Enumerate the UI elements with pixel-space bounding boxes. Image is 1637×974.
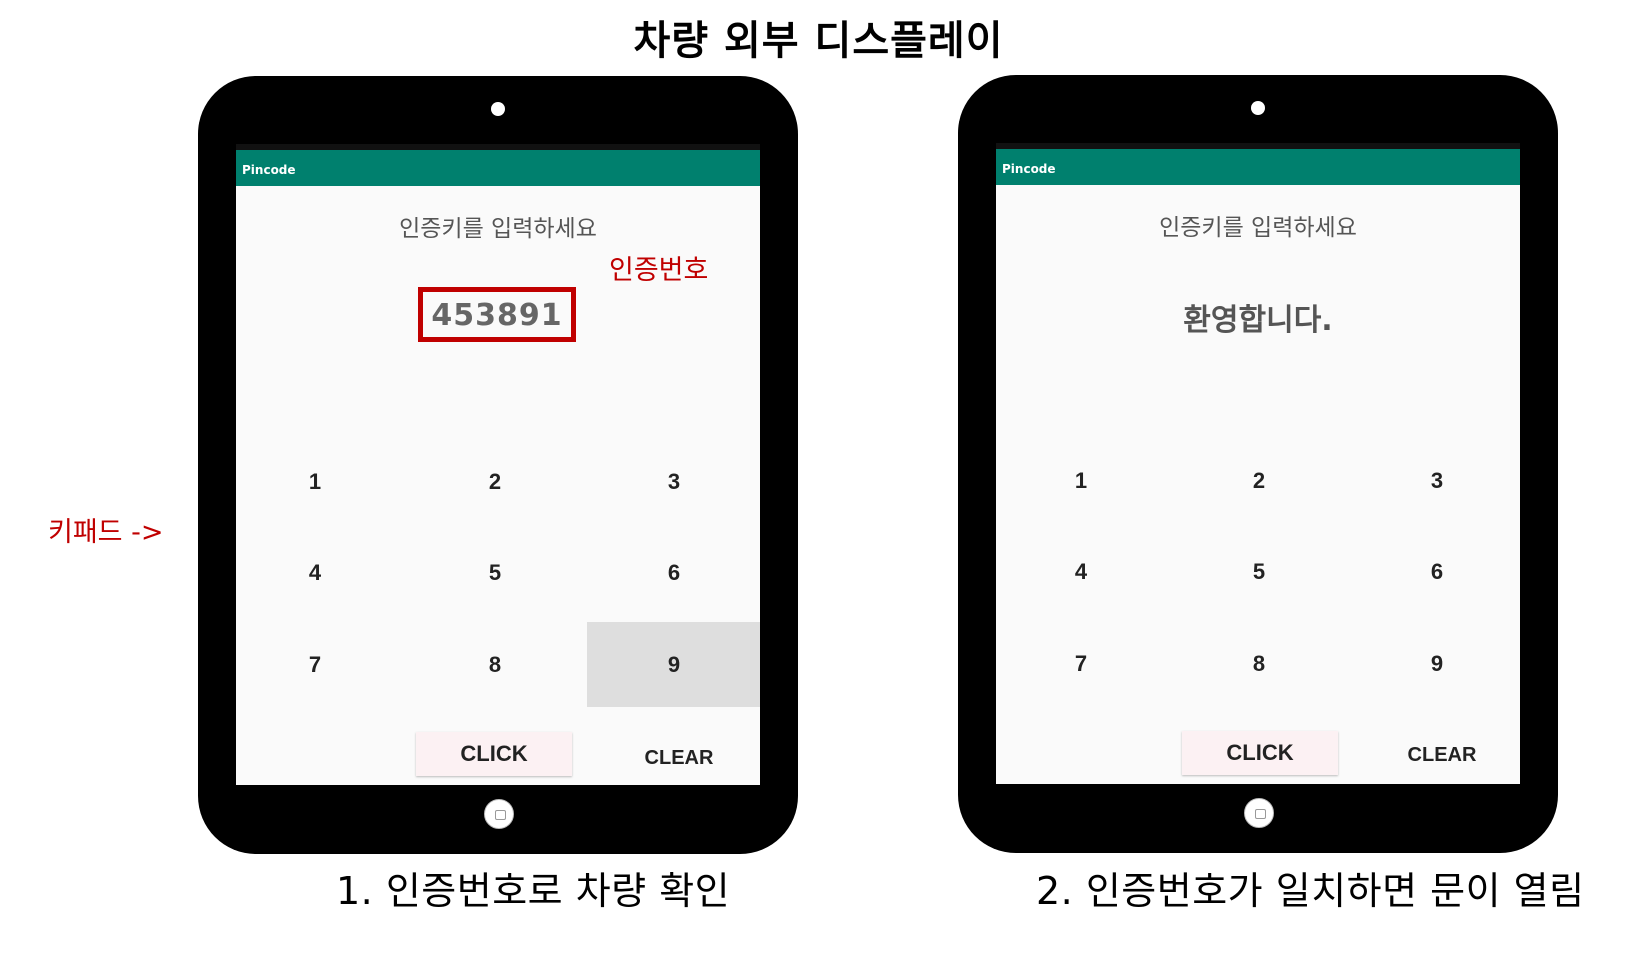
click-button[interactable]: CLICK	[416, 732, 572, 776]
clear-button[interactable]: CLEAR	[592, 712, 760, 785]
clear-button[interactable]: CLEAR	[1355, 709, 1520, 784]
key-9[interactable]: 9	[1350, 618, 1520, 710]
home-button-icon[interactable]	[1244, 798, 1274, 828]
key-7[interactable]: 7	[236, 619, 402, 711]
page-title: 차량 외부 디스플레이	[633, 18, 1004, 64]
tablet-1-screen: Pincode 인증키를 입력하세요 453891 1 2 3 4 5 6 7 …	[236, 144, 760, 785]
key-7[interactable]: 7	[996, 618, 1168, 710]
key-6[interactable]: 6	[1350, 526, 1520, 618]
tablet-2-screen: Pincode 인증키를 입력하세요 환영합니다. 1 2 3 4 5 6 7 …	[996, 143, 1520, 784]
app-bar: Pincode	[236, 150, 760, 186]
camera-icon	[1251, 101, 1265, 115]
key-2[interactable]: 2	[408, 436, 582, 528]
key-8[interactable]: 8	[1172, 618, 1346, 710]
pin-prompt: 인증키를 입력하세요	[1159, 215, 1357, 241]
key-1[interactable]: 1	[996, 435, 1168, 527]
tablet-2: Pincode 인증키를 입력하세요 환영합니다. 1 2 3 4 5 6 7 …	[958, 75, 1558, 853]
key-4[interactable]: 4	[996, 526, 1168, 618]
keypad-annotation: 키패드 ->	[48, 517, 164, 548]
key-5[interactable]: 5	[1172, 526, 1346, 618]
key-5[interactable]: 5	[408, 527, 582, 619]
key-3[interactable]: 3	[1350, 435, 1520, 527]
key-9[interactable]: 9	[587, 622, 760, 707]
key-1[interactable]: 1	[236, 436, 402, 528]
caption-step-2: 2. 인증번호가 일치하면 문이 열림	[1036, 869, 1585, 913]
click-button[interactable]: CLICK	[1182, 731, 1338, 775]
key-2[interactable]: 2	[1172, 435, 1346, 527]
app-bar: Pincode	[996, 149, 1520, 185]
welcome-message: 환영합니다.	[1183, 303, 1333, 338]
home-button-icon[interactable]	[484, 799, 514, 829]
pin-annotation: 인증번호	[609, 255, 709, 286]
key-4[interactable]: 4	[236, 527, 402, 619]
pin-prompt: 인증키를 입력하세요	[399, 216, 597, 242]
camera-icon	[491, 102, 505, 116]
tablet-1: Pincode 인증키를 입력하세요 453891 1 2 3 4 5 6 7 …	[198, 76, 798, 854]
key-3[interactable]: 3	[587, 436, 760, 528]
key-6[interactable]: 6	[587, 527, 760, 619]
key-8[interactable]: 8	[408, 619, 582, 711]
caption-step-1: 1. 인증번호로 차량 확인	[336, 869, 731, 913]
pin-display: 453891	[418, 287, 576, 342]
